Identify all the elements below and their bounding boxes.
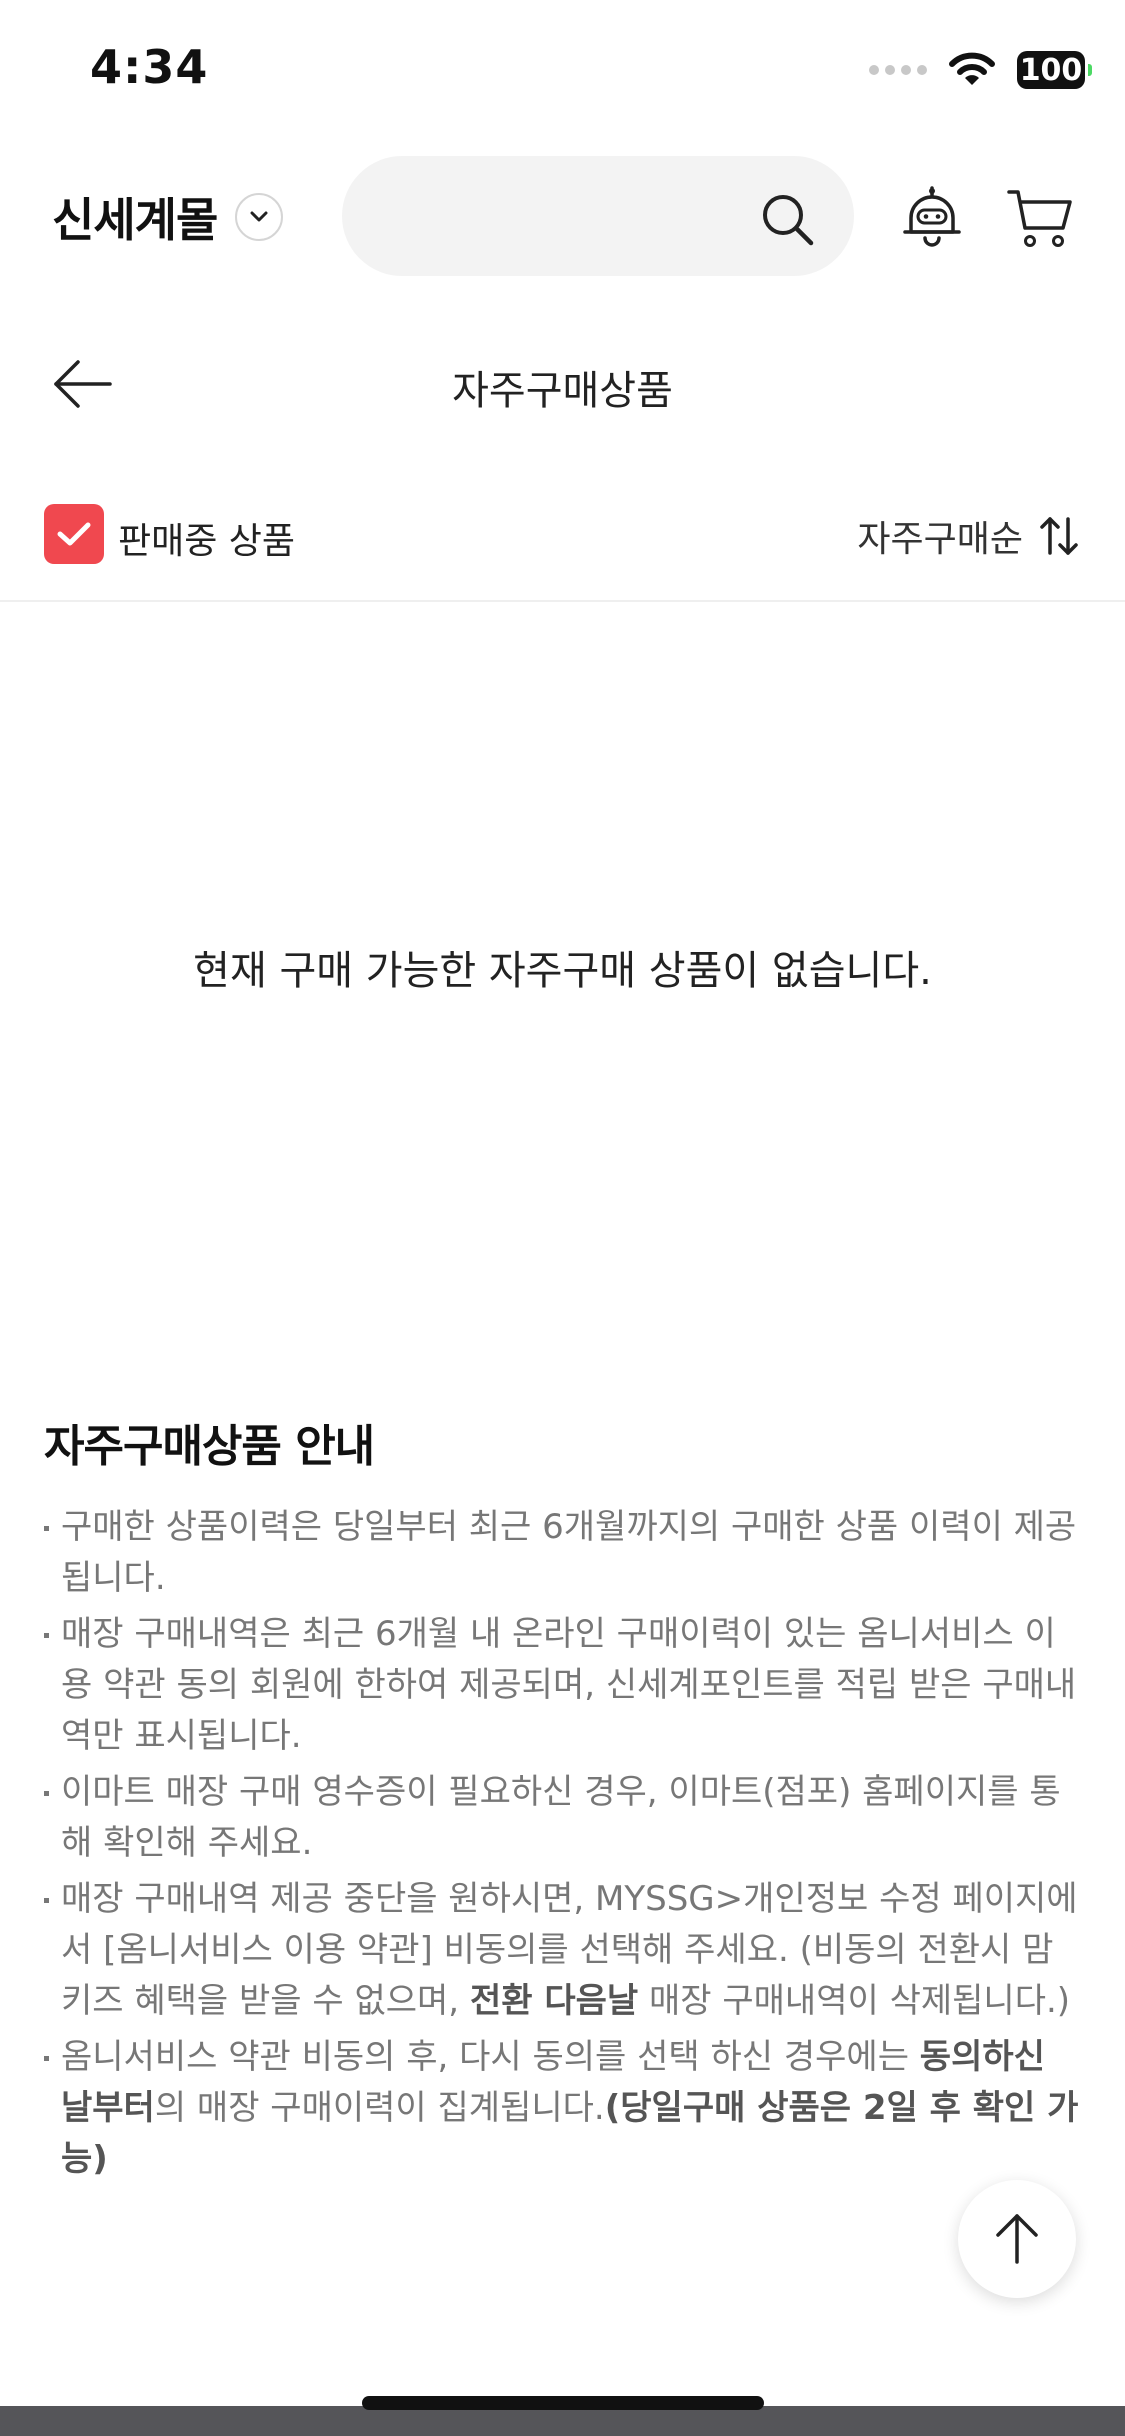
notice-item: 이마트 매장 구매 영수증이 필요하신 경우, 이마트(점포) 홈페이지를 통해…	[44, 1767, 1084, 1869]
top-header: 신세계몰	[0, 150, 1125, 280]
checkmark-icon	[57, 522, 91, 546]
cart-icon[interactable]	[1006, 188, 1074, 250]
wifi-icon	[949, 52, 995, 85]
battery-level: 100	[1019, 52, 1083, 88]
sort-arrows-icon	[1040, 517, 1078, 555]
notice-emphasis: 전환 다음날	[469, 1981, 639, 2021]
notification-bot-icon[interactable]	[902, 186, 962, 250]
search-input[interactable]	[342, 156, 854, 276]
chevron-down-icon	[235, 193, 284, 241]
on-sale-label[interactable]: 판매중 상품	[118, 512, 295, 564]
status-icons: 100	[869, 48, 1092, 92]
notice-list: 구매한 상품이력은 당일부터 최근 6개월까지의 구매한 상품 이력이 제공됩니…	[44, 1502, 1084, 2185]
notice-text: 매장 구매내역이 삭제됩니다.)	[638, 1981, 1071, 2021]
notice-item: 매장 구매내역 제공 중단을 원하시면, MYSSG>개인정보 수정 페이지에서…	[44, 1874, 1084, 2027]
notice-item: 옴니서비스 약관 비동의 후, 다시 동의를 선택 하신 경우에는 동의하신 날…	[44, 2032, 1084, 2185]
notice-text: 의 매장 구매이력이 집계됩니다.	[154, 2088, 605, 2128]
scroll-to-top-button[interactable]	[958, 2180, 1076, 2298]
title-bar: 자주구매상품	[0, 310, 1125, 460]
battery-icon: 100	[1017, 51, 1092, 89]
bottom-bar	[0, 2406, 1125, 2436]
arrow-up-icon	[996, 2214, 1038, 2264]
notice-title: 자주구매상품 안내	[44, 1421, 375, 1472]
search-icon[interactable]	[760, 192, 816, 248]
notice-section: 자주구매상품 안내 구매한 상품이력은 당일부터 최근 6개월까지의 구매한 상…	[44, 1410, 1084, 2190]
on-sale-checkbox[interactable]	[44, 504, 104, 564]
home-indicator[interactable]	[362, 2396, 764, 2410]
brand-name: 신세계몰	[52, 193, 218, 247]
sort-dropdown[interactable]: 자주구매순	[857, 510, 1079, 562]
status-time: 4:34	[90, 40, 209, 94]
brand-selector[interactable]: 신세계몰	[52, 184, 284, 250]
notice-item: 구매한 상품이력은 당일부터 최근 6개월까지의 구매한 상품 이력이 제공됩니…	[44, 1502, 1084, 1604]
notice-item: 매장 구매내역은 최근 6개월 내 온라인 구매이력이 있는 옴니서비스 이용 …	[44, 1609, 1084, 1762]
sort-label: 자주구매순	[857, 519, 1023, 560]
filter-bar: 판매중 상품 자주구매순	[0, 470, 1125, 602]
cellular-signal-icon	[869, 65, 927, 75]
page-title: 자주구매상품	[452, 368, 673, 414]
notice-text: 옴니서비스 약관 비동의 후, 다시 동의를 선택 하신 경우에는	[61, 2037, 920, 2077]
status-bar: 4:34 100	[0, 0, 1125, 140]
empty-state-message: 현재 구매 가능한 자주구매 상품이 없습니다.	[193, 948, 932, 994]
